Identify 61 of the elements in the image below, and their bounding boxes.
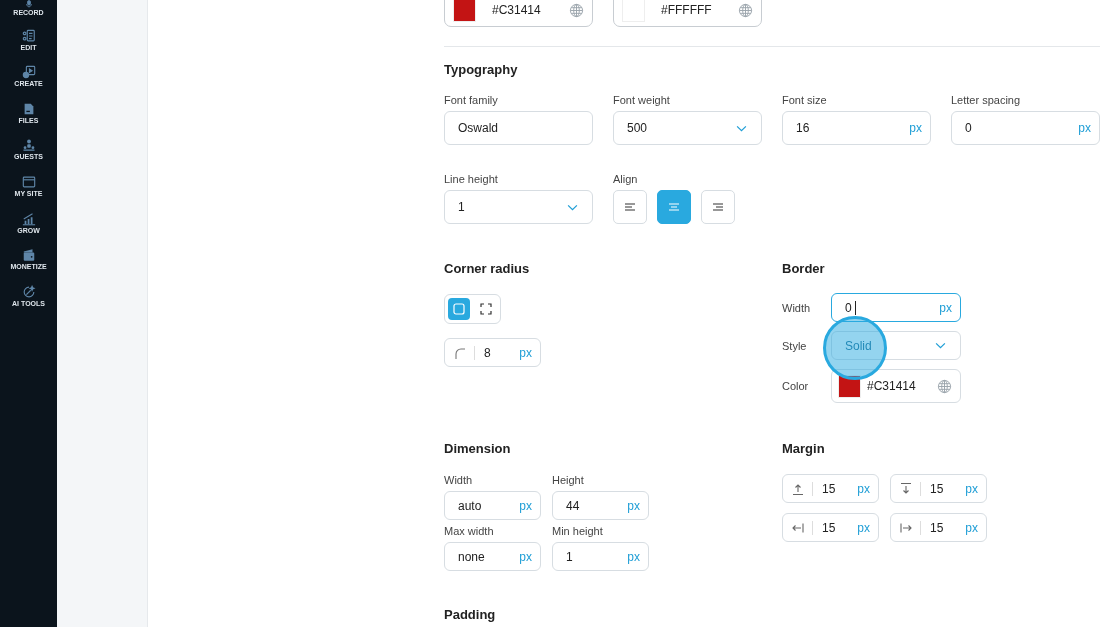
chevron-down-icon bbox=[567, 203, 578, 211]
section-heading: Typography bbox=[444, 62, 519, 78]
input-field[interactable]: 15 px bbox=[782, 474, 879, 503]
color-field[interactable]: #C31414 bbox=[831, 369, 961, 403]
field-label: Color bbox=[782, 380, 810, 392]
section-heading: Border bbox=[782, 261, 826, 277]
radius-mode-button[interactable] bbox=[448, 298, 470, 320]
globe-icon[interactable] bbox=[569, 2, 584, 18]
section-heading: Padding bbox=[444, 607, 497, 623]
field-label: Font weight bbox=[613, 93, 671, 107]
field-label: Line height bbox=[444, 172, 499, 186]
color-swatch[interactable] bbox=[838, 374, 861, 398]
input-field[interactable]: 0 px bbox=[831, 293, 961, 322]
align-button[interactable] bbox=[657, 190, 691, 224]
field-label: Width bbox=[782, 301, 812, 314]
sparkle-icon bbox=[21, 284, 36, 299]
chart-icon bbox=[21, 211, 36, 226]
field-label: Width bbox=[444, 473, 474, 487]
chevron-down-icon bbox=[736, 124, 747, 132]
corners-icon bbox=[479, 302, 493, 316]
align-center-icon bbox=[667, 202, 681, 212]
globe-icon[interactable] bbox=[937, 378, 952, 394]
section-heading: Dimension bbox=[444, 441, 512, 457]
field-label: Letter spacing bbox=[951, 93, 1022, 107]
input-field[interactable]: 0 px bbox=[951, 111, 1100, 145]
input-field[interactable]: auto px bbox=[444, 491, 541, 520]
input-field[interactable]: 16 px bbox=[782, 111, 931, 145]
input-field[interactable]: 44 px bbox=[552, 491, 649, 520]
chevron-down-icon bbox=[935, 342, 946, 349]
field-label: Height bbox=[552, 473, 585, 487]
input-field[interactable]: 1 bbox=[444, 190, 593, 224]
people-icon bbox=[21, 138, 36, 153]
section-heading: Margin bbox=[782, 441, 826, 457]
input-field[interactable]: Oswald bbox=[444, 111, 593, 145]
margin-bottom-icon bbox=[899, 481, 913, 496]
color-field[interactable]: #C31414 bbox=[444, 0, 593, 27]
field-label: Align bbox=[613, 172, 639, 186]
field-label: Style bbox=[782, 339, 808, 352]
input-field[interactable]: 15 px bbox=[890, 513, 987, 542]
corner-radius-icon bbox=[453, 345, 467, 360]
field-label: Min height bbox=[552, 524, 604, 538]
input-field[interactable]: 15 px bbox=[890, 474, 987, 503]
input-field[interactable]: 8 px bbox=[444, 338, 541, 367]
align-right-icon bbox=[711, 202, 725, 212]
field-label: Font family bbox=[444, 93, 499, 107]
square-icon bbox=[452, 302, 466, 316]
play-icon bbox=[21, 65, 36, 80]
field-label: Max width bbox=[444, 524, 495, 538]
field-label: Font size bbox=[782, 93, 828, 107]
input-field[interactable]: 500 bbox=[613, 111, 762, 145]
align-left-icon bbox=[623, 202, 637, 212]
color-field[interactable]: #FFFFFF bbox=[613, 0, 762, 27]
input-field[interactable]: 1 px bbox=[552, 542, 649, 571]
color-swatch[interactable] bbox=[453, 0, 476, 22]
document-icon bbox=[21, 28, 36, 43]
globe-icon[interactable] bbox=[738, 2, 753, 18]
wallet-icon bbox=[21, 248, 36, 263]
input-field[interactable]: 15 px bbox=[782, 513, 879, 542]
section-heading: Corner radius bbox=[444, 261, 531, 277]
input-field[interactable]: none px bbox=[444, 542, 541, 571]
browser-icon bbox=[21, 174, 36, 189]
